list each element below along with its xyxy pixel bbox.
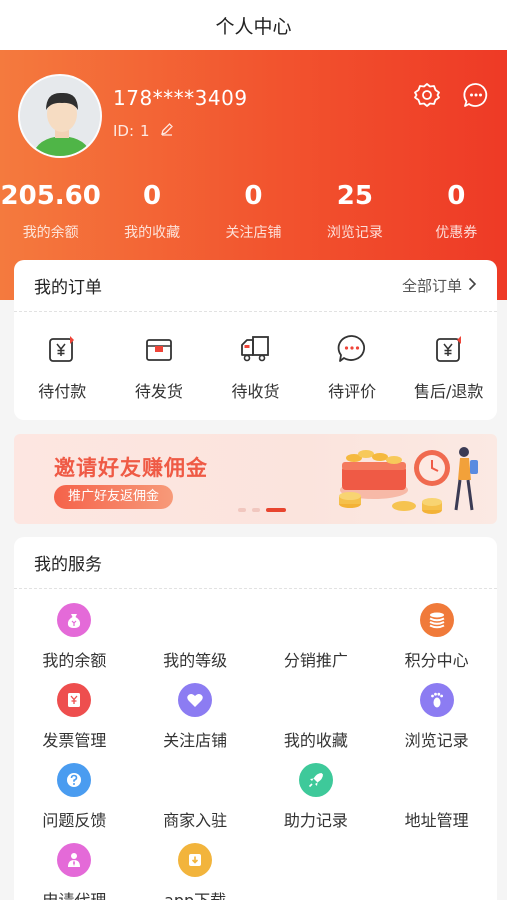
heart-icon bbox=[178, 683, 213, 717]
stat-browse-history[interactable]: 25 浏览记录 bbox=[304, 178, 405, 242]
user-id-label: ID: bbox=[113, 122, 135, 140]
all-orders-link[interactable]: 全部订单 bbox=[402, 275, 477, 296]
service-followed-shops[interactable]: 关注店铺 bbox=[135, 683, 256, 755]
order-pending-payment[interactable]: 待付款 bbox=[14, 332, 111, 402]
order-status-label: 待付款 bbox=[38, 382, 87, 401]
order-status-label: 待收货 bbox=[231, 382, 280, 401]
service-label: 商家入驻 bbox=[163, 811, 228, 830]
service-label: 积分中心 bbox=[404, 651, 469, 670]
order-status-row: 待付款 待发货 待收货 待评价 售后/退款 bbox=[14, 312, 497, 402]
stat-value: 25 bbox=[336, 181, 373, 211]
user-id-value: 1 bbox=[140, 122, 150, 140]
stat-label: 我的余额 bbox=[22, 225, 79, 241]
stat-favorites[interactable]: 0 我的收藏 bbox=[101, 178, 202, 242]
service-browse-history[interactable]: 浏览记录 bbox=[376, 683, 497, 755]
order-pending-receipt[interactable]: 待收货 bbox=[207, 332, 304, 402]
orders-header: 我的订单 全部订单 bbox=[14, 260, 497, 312]
stat-value: 0 bbox=[143, 181, 162, 211]
stat-value: 205.60 bbox=[0, 181, 101, 211]
service-invoice[interactable]: 发票管理 bbox=[14, 683, 135, 755]
page-dot-active[interactable] bbox=[266, 508, 286, 512]
order-status-label: 待评价 bbox=[328, 382, 377, 401]
orders-card: 我的订单 全部订单 待付款 待发货 待收货 待评价 售后/退款 bbox=[14, 260, 497, 420]
avatar[interactable] bbox=[18, 74, 102, 158]
all-orders-label: 全部订单 bbox=[401, 277, 462, 295]
stat-followed-shops[interactable]: 0 关注店铺 bbox=[203, 178, 304, 242]
services-header: 我的服务 bbox=[14, 537, 497, 589]
stat-label: 我的收藏 bbox=[124, 225, 181, 241]
refund-yen-icon bbox=[432, 332, 466, 366]
rocket-icon bbox=[298, 763, 333, 797]
chat-bubble-icon[interactable] bbox=[461, 80, 491, 110]
service-label: 我的余额 bbox=[42, 651, 107, 670]
service-label: app下载 bbox=[164, 887, 226, 900]
service-label: 分销推广 bbox=[283, 651, 348, 670]
services-card: 我的服务 我的余额 我的等级 分销推广 积分中心 发票管理 关注店铺 我的收藏 … bbox=[14, 537, 497, 900]
order-status-label: 待发货 bbox=[134, 382, 183, 401]
stat-value: 0 bbox=[447, 181, 466, 211]
coin-stack-icon bbox=[419, 603, 454, 637]
service-merchant-onboarding[interactable]: 商家入驻 bbox=[135, 763, 256, 835]
download-icon bbox=[178, 843, 213, 877]
stats-row: 205.60 我的余额 0 我的收藏 0 关注店铺 25 浏览记录 0 优惠券 bbox=[0, 178, 507, 242]
order-after-sales[interactable]: 售后/退款 bbox=[400, 332, 497, 402]
service-favorites[interactable]: 我的收藏 bbox=[256, 683, 377, 755]
user-phone: 178****3409 bbox=[113, 86, 248, 110]
service-label: 我的收藏 bbox=[283, 731, 348, 750]
pencil-icon[interactable] bbox=[160, 122, 174, 140]
stat-coupons[interactable]: 0 优惠券 bbox=[406, 178, 507, 242]
chevron-right-icon bbox=[468, 277, 477, 295]
promo-banner[interactable]: 邀请好友赚佣金 推广好友返佣金 bbox=[14, 434, 497, 524]
footprint-icon bbox=[419, 683, 454, 717]
service-boost-records[interactable]: 助力记录 bbox=[256, 763, 377, 835]
service-apply-agent[interactable]: 申请代理 bbox=[14, 843, 135, 900]
service-label: 申请代理 bbox=[42, 887, 106, 900]
service-label: 我的等级 bbox=[163, 651, 228, 670]
service-points-center[interactable]: 积分中心 bbox=[376, 603, 497, 675]
user-id-row: ID: 1 bbox=[113, 122, 174, 140]
title-bar: 个人中心 bbox=[0, 0, 507, 50]
order-pending-review[interactable]: 待评价 bbox=[304, 332, 401, 402]
stat-value: 0 bbox=[244, 181, 263, 211]
service-feedback[interactable]: 问题反馈 bbox=[14, 763, 135, 835]
coins-illustration bbox=[339, 447, 478, 514]
service-distribution[interactable]: 分销推广 bbox=[256, 603, 377, 675]
order-status-label: 售后/退款 bbox=[413, 382, 484, 401]
invoice-icon bbox=[57, 683, 92, 717]
services-grid: 我的余额 我的等级 分销推广 积分中心 发票管理 关注店铺 我的收藏 浏览记录 … bbox=[14, 589, 497, 900]
question-icon bbox=[57, 763, 92, 797]
banner-title: 邀请好友赚佣金 bbox=[54, 456, 208, 480]
service-label: 地址管理 bbox=[404, 811, 469, 830]
banner-pagination bbox=[238, 508, 286, 512]
page-title: 个人中心 bbox=[215, 15, 292, 38]
page-dot[interactable] bbox=[238, 508, 246, 512]
service-balance[interactable]: 我的余额 bbox=[14, 603, 135, 675]
service-label: 发票管理 bbox=[42, 731, 107, 750]
page-dot[interactable] bbox=[252, 508, 260, 512]
package-box-icon bbox=[142, 332, 176, 366]
order-pending-shipment[interactable]: 待发货 bbox=[111, 332, 208, 402]
service-level[interactable]: 我的等级 bbox=[135, 603, 256, 675]
stat-label: 浏览记录 bbox=[326, 225, 383, 241]
money-bag-icon bbox=[57, 603, 92, 637]
service-label: 关注店铺 bbox=[163, 731, 228, 750]
gear-icon[interactable] bbox=[412, 80, 442, 110]
stat-balance[interactable]: 205.60 我的余额 bbox=[0, 178, 101, 242]
service-label: 问题反馈 bbox=[42, 811, 107, 830]
delivery-truck-icon bbox=[238, 332, 272, 366]
orders-title: 我的订单 bbox=[34, 278, 102, 298]
service-label: 浏览记录 bbox=[404, 731, 469, 750]
agent-person-icon bbox=[57, 843, 92, 877]
service-app-download[interactable]: app下载 bbox=[135, 843, 256, 900]
service-address-management[interactable]: 地址管理 bbox=[376, 763, 497, 835]
comment-bubble-icon bbox=[335, 332, 369, 366]
stat-label: 优惠券 bbox=[435, 225, 478, 241]
banner-subtitle: 推广好友返佣金 bbox=[54, 485, 174, 509]
services-title: 我的服务 bbox=[34, 555, 102, 575]
wallet-yen-icon bbox=[45, 332, 79, 366]
stat-label: 关注店铺 bbox=[225, 225, 282, 241]
service-label: 助力记录 bbox=[283, 811, 348, 830]
